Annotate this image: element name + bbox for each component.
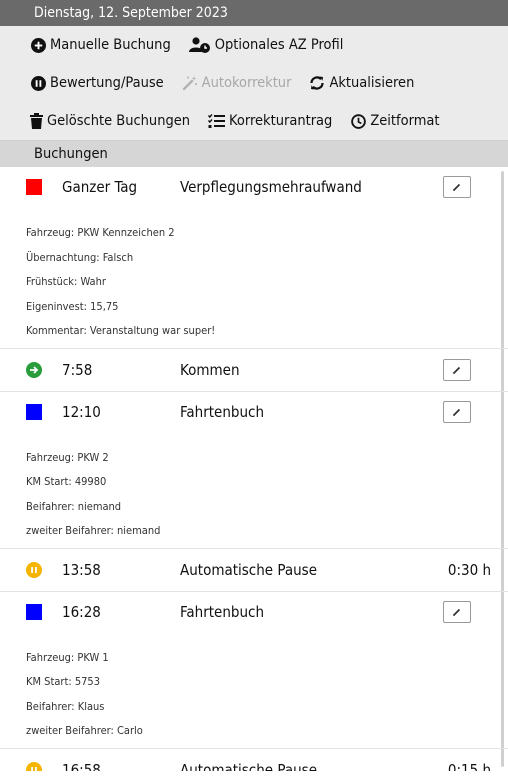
detail-line: Übernachtung: Falsch xyxy=(26,250,134,264)
clock-icon xyxy=(350,113,366,129)
refresh-icon xyxy=(309,75,325,91)
autocorrect-button[interactable]: Autokorrektur xyxy=(182,75,292,91)
blue-square-icon xyxy=(26,603,42,620)
detail-line: Beifahrer: niemand xyxy=(26,499,122,513)
booking-time: 16:28 xyxy=(62,602,101,621)
detail-line: Eigeninvest: 15,75 xyxy=(26,299,119,313)
time-format-button[interactable]: Zeitformat xyxy=(350,113,440,129)
red-square-icon xyxy=(26,179,42,195)
toolbar-row-1: Manuelle Buchung Optionales AZ Profil xyxy=(0,26,508,64)
booking-details: Fahrzeug: PKW 1 KM Start: 5753 Beifahrer… xyxy=(0,632,508,748)
toolbar: Manuelle Buchung Optionales AZ Profil Be… xyxy=(0,26,508,140)
booking-entry: 7:58 Kommen xyxy=(0,349,508,392)
pause-circle-icon xyxy=(26,561,42,578)
detail-line: Fahrzeug: PKW Kennzeichen 2 xyxy=(26,226,175,239)
bookings-section-header: Buchungen xyxy=(0,140,508,167)
arrow-right-circle-icon xyxy=(26,361,42,378)
booking-entry: 12:10 Fahrtenbuch Fahrzeug: PKW 2 KM Sta… xyxy=(0,392,508,549)
edit-button[interactable] xyxy=(443,600,471,623)
booking-title: Automatische Pause xyxy=(180,760,317,772)
optional-profile-button[interactable]: Optionales AZ Profil xyxy=(188,37,344,53)
edit-button[interactable] xyxy=(443,400,471,423)
detail-line: Fahrzeug: PKW 1 xyxy=(26,650,109,664)
detail-line: Frühstück: Wahr xyxy=(26,275,106,288)
trash-icon xyxy=(30,113,43,129)
refresh-label: Aktualisieren xyxy=(329,75,415,91)
detail-line: KM Start: 5753 xyxy=(26,675,100,688)
detail-line: KM Start: 49980 xyxy=(26,475,107,488)
booking-time: 13:58 xyxy=(62,560,101,579)
booking-time: 12:10 xyxy=(62,402,101,421)
blue-square-icon xyxy=(26,403,42,420)
booking-title: Fahrtenbuch xyxy=(180,602,265,621)
time-format-label: Zeitformat xyxy=(370,113,440,129)
deleted-bookings-button[interactable]: Gelöschte Buchungen xyxy=(30,113,190,129)
edit-button[interactable] xyxy=(443,358,471,381)
magic-wand-icon xyxy=(182,75,198,91)
booking-details: Fahrzeug: PKW 2 KM Start: 49980 Beifahre… xyxy=(0,432,508,548)
booking-title: Fahrtenbuch xyxy=(180,402,265,421)
correction-request-label: Korrekturantrag xyxy=(229,113,333,129)
user-clock-icon xyxy=(188,37,211,53)
detail-line: Beifahrer: Klaus xyxy=(26,699,105,713)
rating-pause-label: Bewertung/Pause xyxy=(50,75,164,91)
detail-line: zweiter Beifahrer: Carlo xyxy=(26,724,143,737)
rating-pause-button[interactable]: Bewertung/Pause xyxy=(30,75,164,91)
booking-title: Verpflegungsmehraufwand xyxy=(180,178,362,196)
toolbar-row-2: Bewertung/Pause Autokorrektur Aktualisie… xyxy=(0,64,508,102)
refresh-button[interactable]: Aktualisieren xyxy=(309,75,414,91)
manual-booking-label: Manuelle Buchung xyxy=(50,37,171,53)
pencil-icon xyxy=(452,178,462,196)
booking-time: Ganzer Tag xyxy=(62,178,138,196)
booking-details: Fahrzeug: PKW Kennzeichen 2 Übernachtung… xyxy=(0,207,508,348)
checklist-icon xyxy=(208,113,226,129)
manual-booking-button[interactable]: Manuelle Buchung xyxy=(30,37,171,53)
booking-entry: 16:58 Automatische Pause 0:15 h xyxy=(0,749,508,772)
detail-line: Kommentar: Veranstaltung war super! xyxy=(26,324,216,337)
date-header: Dienstag, 12. September 2023 xyxy=(0,0,508,26)
pause-circle-icon xyxy=(26,761,42,771)
detail-line: Fahrzeug: PKW 2 xyxy=(26,450,109,464)
toolbar-row-3: Gelöschte Buchungen Korrekturantrag Zeit… xyxy=(0,102,508,140)
booking-entry: Ganzer Tag Verpflegungsmehraufwand Fahrz… xyxy=(0,167,508,349)
booking-entry: 13:58 Automatische Pause 0:30 h xyxy=(0,549,508,592)
pause-circle-icon xyxy=(30,75,46,91)
booking-title: Automatische Pause xyxy=(180,560,317,579)
deleted-bookings-label: Gelöschte Buchungen xyxy=(47,113,191,129)
bookings-list[interactable]: Ganzer Tag Verpflegungsmehraufwand Fahrz… xyxy=(0,167,508,771)
pencil-icon xyxy=(452,403,462,421)
correction-request-button[interactable]: Korrekturantrag xyxy=(208,113,332,129)
plus-circle-icon xyxy=(30,37,46,53)
booking-time: 16:58 xyxy=(62,760,101,772)
optional-profile-label: Optionales AZ Profil xyxy=(214,37,344,53)
pencil-icon xyxy=(452,361,462,379)
pause-duration: 0:15 h xyxy=(447,760,491,772)
booking-time: 7:58 xyxy=(62,360,93,379)
pencil-icon xyxy=(452,603,462,621)
booking-title: Kommen xyxy=(180,360,240,379)
autocorrect-label: Autokorrektur xyxy=(201,75,292,91)
edit-button[interactable] xyxy=(443,176,471,198)
detail-line: zweiter Beifahrer: niemand xyxy=(26,524,161,537)
booking-entry: 16:28 Fahrtenbuch Fahrzeug: PKW 1 KM Sta… xyxy=(0,592,508,749)
pause-duration: 0:30 h xyxy=(447,560,491,579)
